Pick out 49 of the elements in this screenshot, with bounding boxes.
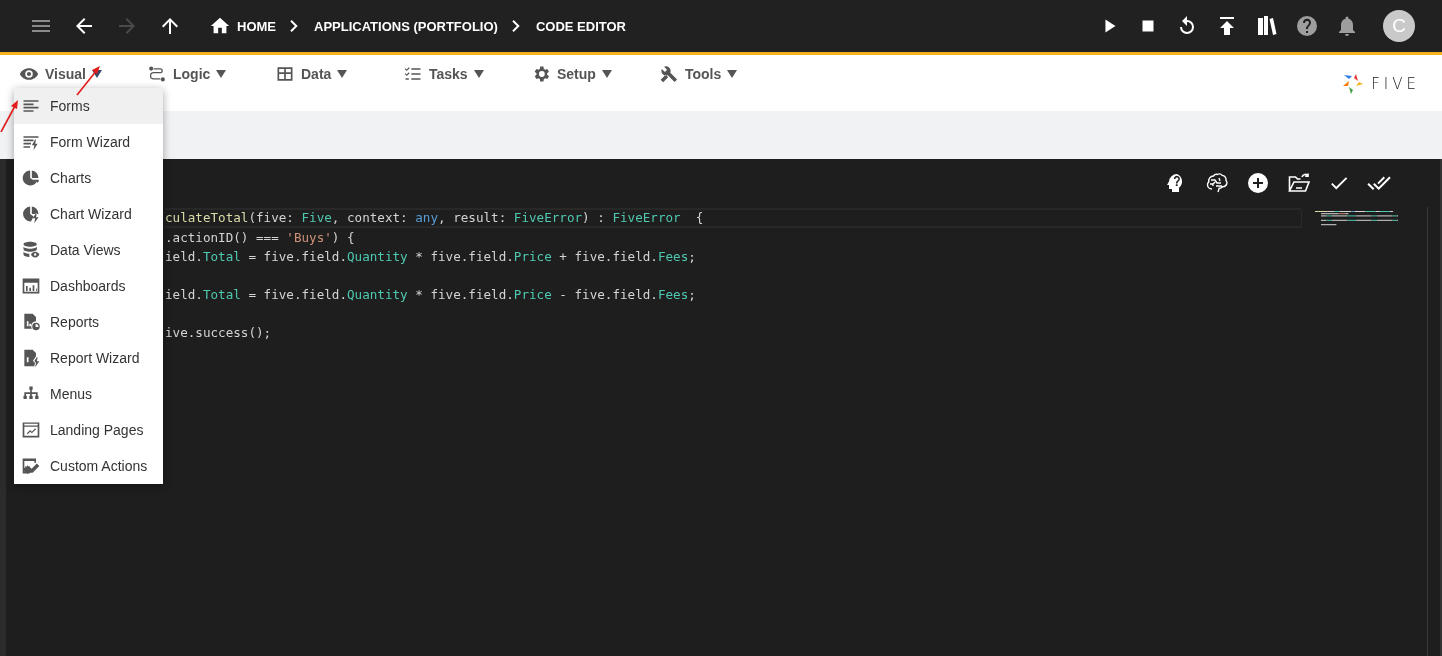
custom-action-icon xyxy=(21,456,41,476)
code-line: ive.success(); xyxy=(165,324,273,342)
database-icon xyxy=(21,240,41,260)
code-line: .actionID() === 'Buys') { xyxy=(165,229,356,247)
bar-chart-icon xyxy=(21,276,41,296)
pie-chart-bolt-icon xyxy=(21,204,41,224)
menu-item[interactable]: Report Wizard xyxy=(14,340,163,376)
report-icon xyxy=(21,312,41,332)
breadcrumb-link[interactable]: APPLICATIONS (PORTFOLIO) xyxy=(314,18,498,34)
table-icon xyxy=(275,64,295,84)
menu-item[interactable]: Menus xyxy=(14,376,163,412)
pie-chart-icon xyxy=(21,168,41,188)
menu-item[interactable]: Form Wizard xyxy=(14,124,163,160)
menu-item[interactable]: Forms xyxy=(14,88,163,124)
code-line: ield.Total = five.field.Quantity * five.field.Price + five.field.Fees; xyxy=(165,248,697,266)
menu-item[interactable]: Custom Actions xyxy=(14,448,163,484)
breadcrumb-link[interactable]: HOME xyxy=(237,18,276,34)
menu-item[interactable]: Reports xyxy=(14,304,163,340)
help-icon[interactable] xyxy=(1295,14,1319,38)
caret-down-icon xyxy=(601,70,612,78)
caret-down-icon xyxy=(473,70,484,78)
menu-tab[interactable]: Data xyxy=(275,64,403,84)
caret-down-icon xyxy=(216,70,227,78)
caret-down-icon xyxy=(727,70,738,78)
breadcrumb-link[interactable]: CODE EDITOR xyxy=(535,18,626,34)
report-bolt-icon xyxy=(21,348,41,368)
landing-page-icon xyxy=(21,420,41,440)
menu-item[interactable]: Data Views xyxy=(14,232,163,268)
tools-icon xyxy=(659,64,679,84)
menu-item[interactable]: Landing Pages xyxy=(14,412,163,448)
menu-item[interactable]: Chart Wizard xyxy=(14,196,163,232)
brain-icon[interactable] xyxy=(1205,171,1229,195)
menu-tab[interactable]: Setup xyxy=(531,64,659,84)
caret-down-icon xyxy=(337,70,348,78)
menu-tab[interactable]: Logic xyxy=(147,64,275,84)
code-line: ield.Total = five.field.Quantity * five.field.Price - five.field.Fees; xyxy=(165,286,697,304)
books-icon[interactable] xyxy=(1255,14,1279,38)
menu-tab[interactable]: Tools xyxy=(659,64,787,84)
route-icon xyxy=(147,64,167,84)
menu-item[interactable]: Charts xyxy=(14,160,163,196)
folder-icon[interactable] xyxy=(1287,171,1311,195)
chevron-right-icon xyxy=(511,20,520,32)
logo-text: FIVE xyxy=(1371,75,1420,93)
code-line: culateTotal(five: Five, context: any, result: FiveError) : FiveError { xyxy=(165,208,1301,228)
menu-item[interactable]: Dashboards xyxy=(14,268,163,304)
menu-tab[interactable]: Tasks xyxy=(403,64,531,84)
chevron-right-icon xyxy=(290,20,298,32)
annotation-arrow xyxy=(0,100,20,132)
add-icon[interactable] xyxy=(1246,171,1270,195)
